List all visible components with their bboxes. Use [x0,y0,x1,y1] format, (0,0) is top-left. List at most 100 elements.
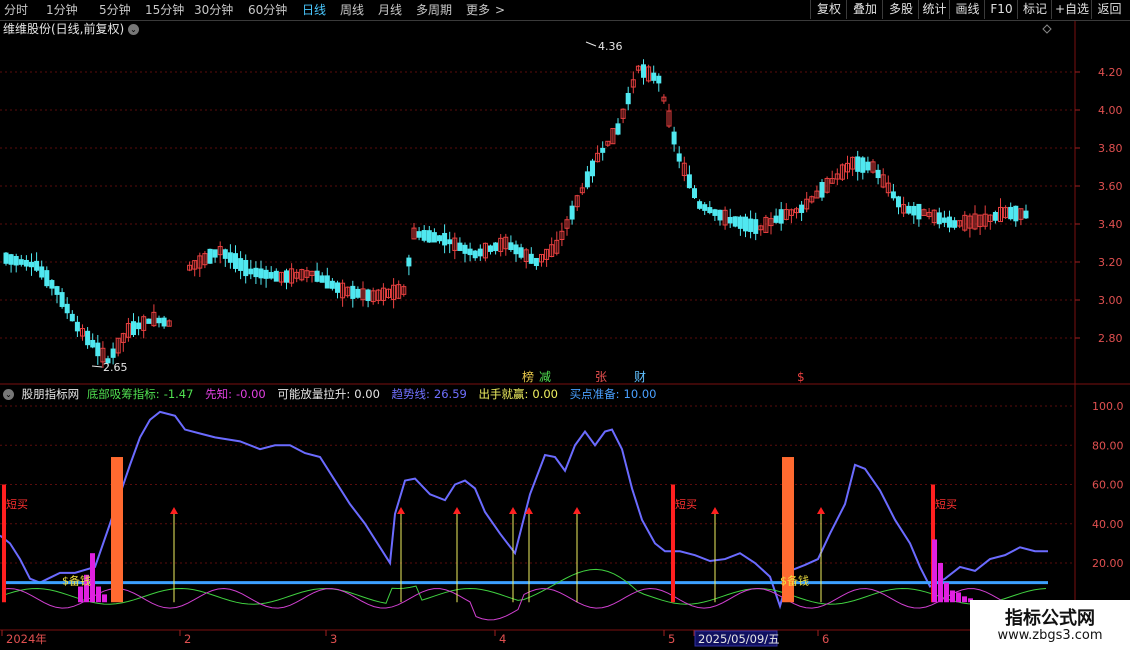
candle-body [819,182,825,198]
overlay-button[interactable]: 叠加 [846,0,883,19]
candle-body [523,249,529,263]
field-label: 底部吸筹指标: [86,387,160,401]
f10-button[interactable]: F10 [984,0,1018,19]
period-tab-more[interactable]: 更多 [466,0,490,20]
candle-body [896,196,901,208]
candle-body [931,209,937,224]
short-buy-bar [2,484,6,603]
candle-body [702,204,708,211]
candle-body [788,209,794,216]
candle-body [350,285,356,299]
period-tab-weekly[interactable]: 周线 [340,0,364,20]
candle-body [834,173,840,180]
chevron-down-icon[interactable]: ⌄ [3,389,14,400]
candle-body [584,171,590,188]
candle-body [717,209,723,221]
period-tab-fenshi[interactable]: 分时 [4,0,28,20]
period-tab-30min[interactable]: 30分钟 [194,0,233,20]
period-tab-multi[interactable]: 多周期 [416,0,452,20]
candle-body [763,216,769,233]
candle-body [880,174,886,188]
indicator-axis-label: 40.00 [1092,518,1124,531]
chevron-right-icon[interactable]: > [495,0,505,20]
indicator-axis-label: 100.0 [1092,400,1124,413]
period-tab-60min[interactable]: 60分钟 [248,0,287,20]
stats-button[interactable]: 统计 [918,0,950,19]
candle-body [804,198,810,210]
draw-line-button[interactable]: 画线 [949,0,985,19]
candle-body [268,272,274,279]
reserve-money-label: $备钱 [62,574,91,588]
candle-body [646,66,652,82]
candle-body [936,212,942,225]
add-watchlist-button[interactable]: +自选 [1051,0,1092,19]
candle-body [941,217,947,223]
candle-body [533,257,539,267]
candle-body [380,287,386,301]
foresight-line [1,588,1047,621]
candle-body [370,290,376,303]
candle-body [396,284,402,299]
candle-body [74,321,80,332]
back-button[interactable]: 返回 [1091,0,1127,19]
candle-body [758,225,764,231]
candle-body [29,261,34,268]
chevron-down-icon[interactable]: ⌄ [128,24,140,35]
candle-body [845,162,850,173]
candle-body [477,248,483,257]
foresight-histogram-bar [950,590,955,603]
signal-arrow [525,507,533,515]
candle-body [518,247,524,258]
candle-body [722,209,728,226]
foresight-histogram-bar [90,553,95,603]
candle-body [921,209,927,217]
mark-button[interactable]: 标记 [1017,0,1052,19]
candle-body [732,216,738,227]
candle-body [600,147,606,153]
foresight-histogram-bar [84,574,89,603]
foresight-histogram-bar [102,594,107,603]
candle-body [579,187,585,194]
candle-body [890,191,896,199]
volume-surge-bar [111,457,123,603]
candle-body [289,268,295,284]
candle-body [977,214,983,228]
candle-body [243,259,249,277]
candle-body [360,288,366,301]
candle-body [447,239,453,245]
candle-body [64,303,70,314]
candle-body [324,275,330,289]
short-buy-bar [671,484,675,603]
candle-body [824,177,830,193]
fuquan-button[interactable]: 复权 [810,0,847,19]
period-tab-5min[interactable]: 5分钟 [99,0,131,20]
candle-body [156,317,162,324]
period-tab-monthly[interactable]: 月线 [378,0,402,20]
period-tab-1min[interactable]: 1分钟 [46,0,78,20]
candle-body [406,257,412,267]
candle-body [386,288,391,298]
signal-arrow [573,507,581,515]
candle-body [452,237,458,251]
candle-body [967,215,973,229]
candle-body [574,195,580,208]
field-label: 先知: [205,387,232,401]
period-tab-daily[interactable]: 日线 [302,0,326,20]
price-axis-label: 2.80 [1098,332,1123,345]
time-axis-label: 2024年 [6,632,47,646]
time-axis-label: 2 [184,632,191,646]
candle-body [544,248,550,260]
candle-body [59,292,65,307]
multi-stock-button[interactable]: 多股 [882,0,919,19]
candle-body [513,244,519,255]
period-tab-15min[interactable]: 15分钟 [145,0,184,20]
candle-body [8,254,14,265]
candle-body [284,270,289,283]
time-axis-label: 6 [822,632,829,646]
candle-body [855,156,861,172]
candle-body [1023,210,1029,219]
candle-body [1018,208,1024,220]
time-cursor-box [694,630,778,647]
price-axis-label: 3.80 [1098,142,1123,155]
candle-body [401,286,407,295]
